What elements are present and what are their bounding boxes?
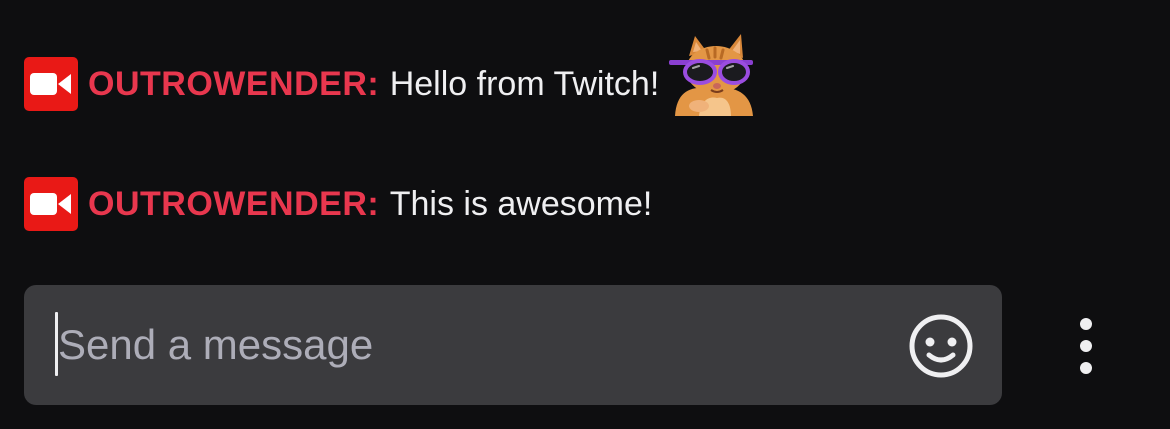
chat-username[interactable]: OUTROWENDER [88,185,367,224]
video-camera-icon [30,73,71,95]
chat-message: OUTROWENDER : Hello from Twitch! [24,34,754,116]
chat-message-text: Hello from Twitch! [389,64,660,103]
chat-username[interactable]: OUTROWENDER [88,65,367,104]
chat-input-container [24,285,1002,405]
broadcaster-badge[interactable] [24,57,78,111]
vertical-ellipsis-icon [1080,318,1092,374]
broadcaster-badge[interactable] [24,177,78,231]
chat-message: OUTROWENDER : This is awesome! [24,176,652,232]
video-camera-icon [30,193,71,215]
smiley-face-icon [909,314,973,378]
chat-message-text: This is awesome! [389,184,653,223]
chat-separator: : [367,64,379,103]
chat-separator: : [367,184,379,223]
chat-message-input[interactable] [58,305,878,385]
more-options-button[interactable] [1062,306,1110,386]
emote-picker-button[interactable] [908,313,974,379]
cat-sunglasses-emote[interactable] [669,32,754,116]
